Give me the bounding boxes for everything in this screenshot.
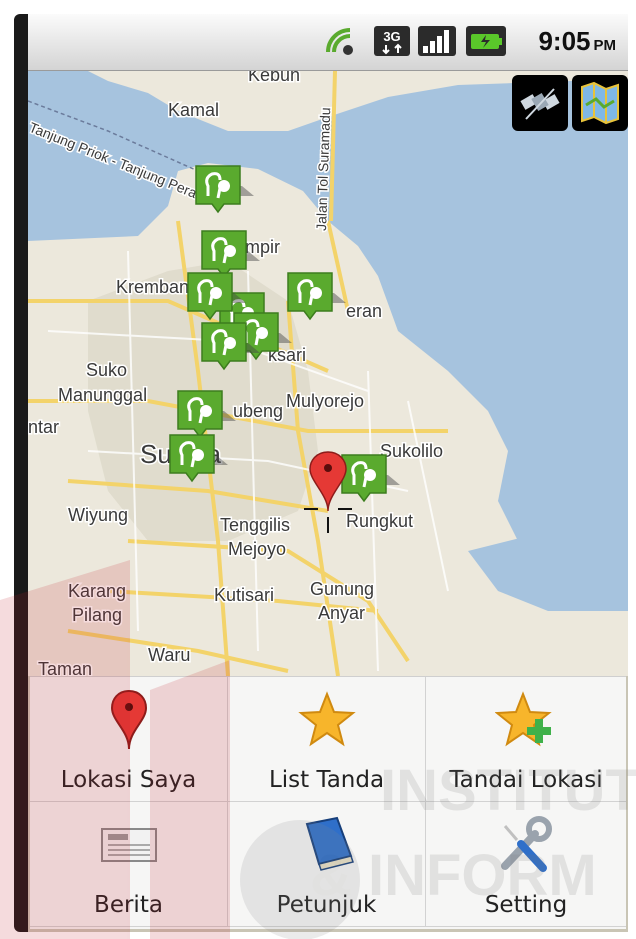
svg-text:Tenggilis: Tenggilis (220, 515, 290, 535)
svg-text:Rungkut: Rungkut (346, 511, 413, 531)
signal-bars-icon (418, 26, 456, 56)
svg-text:Kamal: Kamal (168, 100, 219, 120)
3g-icon: 3G (374, 26, 410, 56)
book-icon (305, 816, 354, 871)
clock: 9:05 PM (538, 26, 616, 56)
map-pin-icon (110, 689, 147, 750)
phone-screen: 3G 9:05 PM Kebun Kamal Tanjung Priok - T… (28, 14, 628, 932)
svg-text:3G: 3G (383, 29, 400, 44)
sync-icon (326, 28, 353, 55)
svg-text:ubeng: ubeng (233, 401, 283, 421)
battery-icon (466, 26, 506, 56)
satellite-icon (520, 88, 560, 120)
svg-text:Sukolilo: Sukolilo (380, 441, 443, 461)
map-view[interactable]: Kebun Kamal Tanjung Priok - Tanjung Pera… (28, 71, 628, 676)
svg-text:Kebun: Kebun (248, 71, 300, 85)
newspaper-icon (100, 828, 157, 862)
map-view-button[interactable] (572, 75, 628, 131)
svg-text:Waru: Waru (148, 645, 190, 665)
svg-text:Mulyorejo: Mulyorejo (286, 391, 364, 411)
status-bar: 3G 9:05 PM (28, 14, 628, 71)
svg-text:Taman: Taman (38, 659, 92, 676)
svg-text:Suko: Suko (86, 360, 127, 380)
options-menu: Lokasi Saya List Tanda Tandai Lokasi Ber… (30, 676, 626, 929)
star-plus-icon (495, 691, 552, 747)
svg-text:Gunung: Gunung (310, 579, 374, 599)
wrench-screwdriver-icon (501, 816, 552, 872)
map-icon (581, 81, 619, 125)
svg-text:eran: eran (346, 301, 382, 321)
svg-text:Pilang: Pilang (72, 605, 122, 625)
menu-item-petunjuk[interactable]: Petunjuk (228, 802, 426, 927)
svg-text:Mejoyo: Mejoyo (228, 539, 286, 559)
svg-text:ntar: ntar (28, 417, 59, 437)
svg-text:Anyar: Anyar (318, 603, 365, 623)
map-canvas[interactable]: Kebun Kamal Tanjung Priok - Tanjung Pera… (28, 71, 628, 676)
svg-text:Wiyung: Wiyung (68, 505, 128, 525)
menu-item-tandai-lokasi[interactable]: Tandai Lokasi (426, 677, 626, 802)
svg-text:Karang: Karang (68, 581, 126, 601)
star-icon (297, 691, 356, 747)
svg-text:Manunggal: Manunggal (58, 385, 147, 405)
menu-item-lokasi-saya[interactable]: Lokasi Saya (30, 677, 228, 802)
menu-item-berita[interactable]: Berita (30, 802, 228, 927)
svg-text:Kutisari: Kutisari (214, 585, 274, 605)
svg-text:Kremban: Kremban (116, 277, 189, 297)
menu-item-list-tanda[interactable]: List Tanda (228, 677, 426, 802)
menu-item-setting[interactable]: Setting (426, 802, 626, 927)
satellite-view-button[interactable] (512, 75, 568, 131)
